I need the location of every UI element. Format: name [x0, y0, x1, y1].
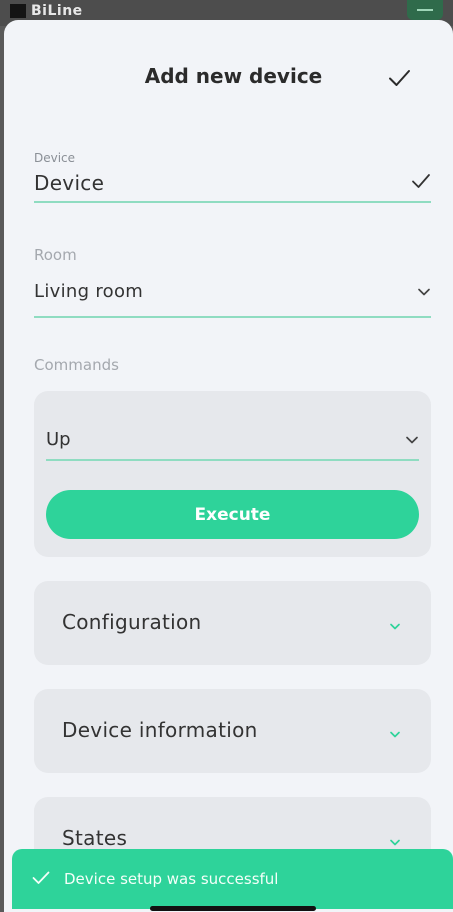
- commands-card: Up Execute: [34, 391, 431, 557]
- logo-text: BiLine: [31, 3, 83, 19]
- add-device-sheet: Add new device Device Device Room Living…: [4, 20, 453, 912]
- device-name-row[interactable]: Device: [34, 165, 431, 203]
- command-select[interactable]: Up: [46, 419, 419, 461]
- accordion-label: Device information: [62, 718, 258, 742]
- chevron-down-icon[interactable]: [417, 282, 431, 301]
- logo-mark-icon: [10, 4, 26, 18]
- device-name-field[interactable]: Device Device: [34, 151, 431, 203]
- valid-check-icon: [411, 171, 431, 195]
- room-select[interactable]: Living room: [34, 266, 431, 318]
- device-name-input[interactable]: Device: [34, 171, 104, 195]
- toast-message: Device setup was successful: [64, 870, 279, 888]
- execute-button[interactable]: Execute: [46, 490, 419, 539]
- accordion-label: Configuration: [62, 610, 202, 634]
- room-select-value: Living room: [34, 280, 144, 302]
- commands-caption: Commands: [34, 356, 119, 374]
- background-add-button: [407, 0, 443, 20]
- home-indicator[interactable]: [150, 906, 316, 911]
- page-title: Add new device: [144, 64, 323, 88]
- room-field-caption: Room: [34, 246, 77, 264]
- room-field[interactable]: Room Living room: [34, 246, 431, 318]
- accordion-device-information[interactable]: Device information: [34, 689, 431, 773]
- chevron-down-icon[interactable]: [405, 430, 419, 449]
- device-field-caption: Device: [34, 151, 76, 165]
- app-logo: BiLine: [10, 0, 83, 18]
- chevron-down-icon: [389, 724, 401, 743]
- commands-section: Commands: [34, 356, 431, 374]
- confirm-check-icon[interactable]: [387, 66, 411, 90]
- command-select-value: Up: [46, 428, 71, 450]
- success-toast: Device setup was successful: [12, 849, 453, 909]
- accordion-label: States: [62, 826, 128, 850]
- accordion-configuration[interactable]: Configuration: [34, 581, 431, 665]
- chevron-down-icon: [389, 616, 401, 635]
- check-icon: [32, 870, 50, 889]
- sheet-header: Add new device: [4, 64, 453, 94]
